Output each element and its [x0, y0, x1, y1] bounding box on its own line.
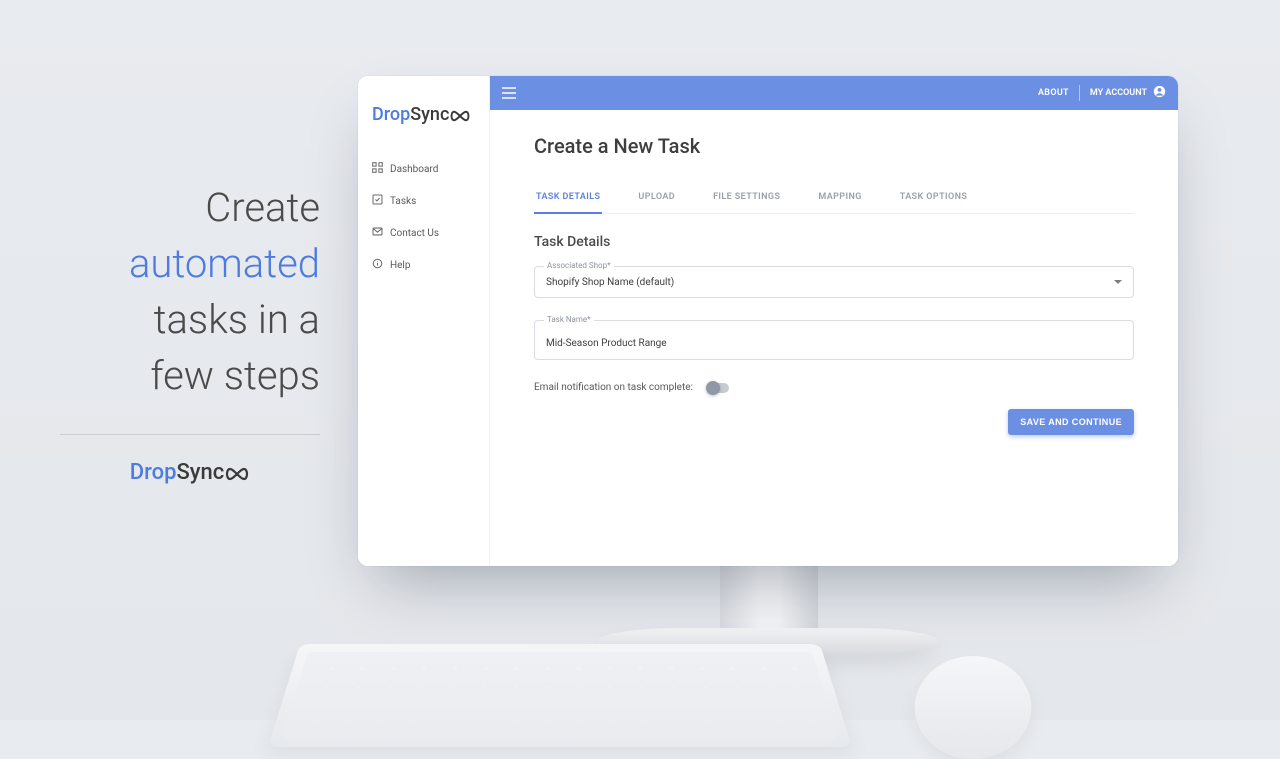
task-name-input[interactable] [546, 338, 1122, 349]
marketing-headline: Create automated tasks in a few steps [60, 180, 320, 404]
associated-shop-label: Associated Shop* [544, 261, 614, 270]
email-toggle-label: Email notification on task complete: [534, 382, 693, 393]
sidebar-item-tasks[interactable]: Tasks [358, 185, 489, 217]
tabs: TASK DETAILS UPLOAD FILE SETTINGS MAPPIN… [534, 184, 1134, 214]
topbar: ABOUT MY ACCOUNT [490, 76, 1178, 110]
sidebar-item-dashboard[interactable]: Dashboard [358, 153, 489, 185]
main-area: ABOUT MY ACCOUNT Create a New Task TASK … [490, 76, 1178, 566]
brand-logo-part2: Sync [410, 104, 449, 125]
email-toggle-row: Email notification on task complete: [534, 382, 1134, 393]
tab-upload[interactable]: UPLOAD [636, 184, 677, 213]
associated-shop-value: Shopify Shop Name (default) [546, 277, 1122, 288]
sidebar-item-label: Dashboard [390, 164, 438, 175]
divider [60, 434, 320, 435]
grid-icon [372, 162, 383, 176]
tab-mapping[interactable]: MAPPING [816, 184, 863, 213]
sidebar: DropSync Dashboard Tasks Contact Us Help [358, 76, 490, 566]
info-icon [372, 258, 383, 272]
app-root: DropSync Dashboard Tasks Contact Us Help [358, 76, 1178, 566]
marketing-line4: few steps [150, 352, 320, 399]
marketing-line2: automated [129, 240, 320, 287]
content: Create a New Task TASK DETAILS UPLOAD FI… [490, 110, 1178, 459]
form-actions: SAVE AND CONTINUE [534, 409, 1134, 435]
monitor-frame: DropSync Dashboard Tasks Contact Us Help [358, 76, 1178, 566]
marketing-line3: tasks in a [154, 296, 320, 343]
keyboard-mockup [268, 644, 852, 747]
brand-part1: Drop [130, 460, 177, 485]
chevron-down-icon [1114, 280, 1122, 284]
sidebar-item-label: Tasks [390, 196, 416, 207]
check-square-icon [372, 194, 383, 208]
sidebar-item-contact[interactable]: Contact Us [358, 217, 489, 249]
tab-task-details[interactable]: TASK DETAILS [534, 184, 602, 214]
task-name-field[interactable]: Task Name* [534, 320, 1134, 360]
topbar-my-account-label: MY ACCOUNT [1090, 88, 1147, 98]
hamburger-icon[interactable] [502, 87, 516, 99]
sidebar-item-label: Contact Us [390, 228, 439, 239]
mail-icon [372, 226, 383, 240]
infinity-icon [224, 467, 250, 481]
brand-part2: Sync [176, 460, 224, 485]
section-title: Task Details [534, 234, 1134, 250]
marketing-line1: Create [205, 184, 320, 231]
sidebar-item-label: Help [390, 260, 410, 271]
topbar-about-link[interactable]: ABOUT [1028, 88, 1079, 98]
mouse-mockup [911, 656, 1034, 759]
save-and-continue-button[interactable]: SAVE AND CONTINUE [1008, 409, 1134, 435]
sidebar-item-help[interactable]: Help [358, 249, 489, 281]
monitor-stand-neck [720, 563, 818, 633]
email-toggle[interactable] [707, 383, 729, 393]
brand-logo: DropSync [358, 76, 489, 153]
page-title: Create a New Task [534, 134, 1134, 158]
topbar-my-account[interactable]: MY ACCOUNT [1080, 85, 1166, 101]
infinity-icon [449, 110, 471, 122]
tab-task-options[interactable]: TASK OPTIONS [898, 184, 970, 213]
brand-logo-part1: Drop [372, 104, 410, 125]
task-name-label: Task Name* [544, 315, 594, 324]
account-circle-icon [1153, 85, 1166, 101]
brand-logo-small: DropSync [60, 460, 320, 485]
associated-shop-select[interactable]: Associated Shop* Shopify Shop Name (defa… [534, 266, 1134, 298]
tab-file-settings[interactable]: FILE SETTINGS [711, 184, 782, 213]
marketing-panel: Create automated tasks in a few steps Dr… [60, 180, 320, 485]
